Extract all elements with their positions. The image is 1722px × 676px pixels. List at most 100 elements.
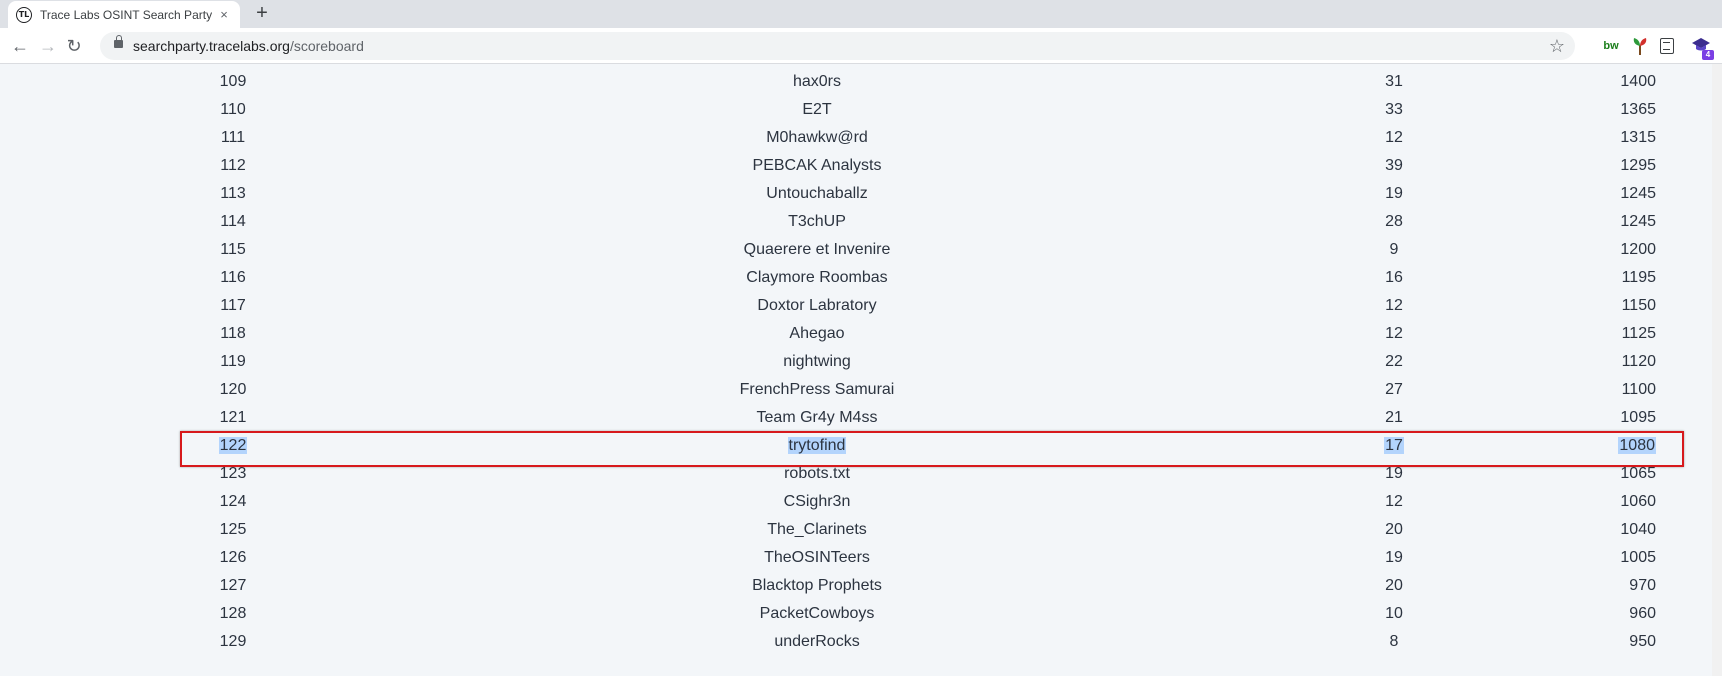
bw-extension-icon[interactable]: bw [1600, 36, 1622, 56]
table-row[interactable]: 113 Untouchaballz 19 1245 [174, 180, 1674, 208]
members-cell: 19 [1342, 460, 1446, 488]
extension-badge: 4 [1702, 50, 1714, 60]
rank-cell-text: 125 [219, 521, 247, 538]
table-row[interactable]: 129 underRocks 8 950 [174, 628, 1674, 656]
rank-cell-text: 127 [219, 577, 247, 594]
rank-cell: 120 [174, 376, 292, 404]
table-row[interactable]: 124 CSighr3n 12 1060 [174, 488, 1674, 516]
table-row[interactable]: 120 FrenchPress Samurai 27 1100 [174, 376, 1674, 404]
score-cell: 1100 [1446, 376, 1674, 404]
score-cell: 1295 [1446, 152, 1674, 180]
team-name-cell: underRocks [292, 628, 1342, 656]
score-cell-text: 1080 [1618, 437, 1656, 454]
team-name-cell-text: PEBCAK Analysts [752, 157, 882, 174]
team-name-cell-text: The_Clarinets [767, 521, 867, 538]
team-name-cell-text: TheOSINTeers [764, 549, 870, 566]
score-cell-text: 1120 [1621, 353, 1656, 370]
plant-extension-icon[interactable] [1630, 36, 1650, 56]
score-cell: 1060 [1446, 488, 1674, 516]
team-name-cell-text: Doxtor Labratory [757, 297, 877, 314]
table-row[interactable]: 116 Claymore Roombas 16 1195 [174, 264, 1674, 292]
lock-icon[interactable] [114, 35, 123, 48]
rank-cell: 110 [174, 96, 292, 124]
team-name-cell-text: M0hawkw@rd [766, 129, 868, 146]
members-cell: 39 [1342, 152, 1446, 180]
table-row[interactable]: 125 The_Clarinets 20 1040 [174, 516, 1674, 544]
table-row[interactable]: 111 M0hawkw@rd 12 1315 [174, 124, 1674, 152]
rank-cell-text: 112 [220, 157, 246, 174]
graduation-cap-extension-icon[interactable]: 4 [1690, 36, 1714, 60]
rank-cell: 115 [174, 236, 292, 264]
members-cell-text: 9 [1389, 241, 1399, 258]
score-cell: 960 [1446, 600, 1674, 628]
score-cell-text: 950 [1629, 633, 1656, 650]
members-cell: 19 [1342, 180, 1446, 208]
team-name-cell-text: nightwing [783, 353, 851, 370]
members-cell-text: 33 [1385, 101, 1403, 118]
members-cell: 9 [1342, 236, 1446, 264]
score-cell-text: 1315 [1620, 129, 1656, 146]
notes-extension-icon[interactable] [1660, 38, 1674, 54]
url-text[interactable]: searchparty.tracelabs.org/scoreboard [133, 32, 364, 60]
table-row[interactable]: 118 Ahegao 12 1125 [174, 320, 1674, 348]
members-cell: 27 [1342, 376, 1446, 404]
members-cell-text: 19 [1385, 465, 1403, 482]
address-bar[interactable]: searchparty.tracelabs.org/scoreboard ☆ [100, 32, 1575, 60]
members-cell: 21 [1342, 404, 1446, 432]
table-row[interactable]: 121 Team Gr4y M4ss 21 1095 [174, 404, 1674, 432]
members-cell-text: 22 [1385, 353, 1403, 370]
table-row[interactable]: 126 TheOSINTeers 19 1005 [174, 544, 1674, 572]
rank-cell: 113 [174, 180, 292, 208]
rank-cell: 123 [174, 460, 292, 488]
members-cell: 33 [1342, 96, 1446, 124]
score-cell-text: 1125 [1621, 325, 1656, 342]
table-row[interactable]: 123 robots.txt 19 1065 [174, 460, 1674, 488]
score-cell: 1150 [1446, 292, 1674, 320]
table-row[interactable]: 117 Doxtor Labratory 12 1150 [174, 292, 1674, 320]
score-cell: 1120 [1446, 348, 1674, 376]
score-cell-text: 1100 [1621, 381, 1656, 398]
table-row[interactable]: 128 PacketCowboys 10 960 [174, 600, 1674, 628]
rank-cell: 117 [174, 292, 292, 320]
page-scrollbar[interactable] [1712, 64, 1722, 676]
members-cell-text: 17 [1384, 437, 1404, 454]
tab-title: Trace Labs OSINT Search Party C [40, 7, 212, 22]
table-row[interactable]: 127 Blacktop Prophets 20 970 [174, 572, 1674, 600]
rank-cell: 111 [174, 124, 292, 152]
score-cell-text: 1245 [1620, 185, 1656, 202]
table-row[interactable]: 110 E2T 33 1365 [174, 96, 1674, 124]
score-cell-text: 1095 [1620, 409, 1656, 426]
members-cell: 10 [1342, 600, 1446, 628]
rank-cell-text: 123 [219, 465, 247, 482]
table-row[interactable]: 119 nightwing 22 1120 [174, 348, 1674, 376]
rank-cell: 124 [174, 488, 292, 516]
table-row[interactable]: 112 PEBCAK Analysts 39 1295 [174, 152, 1674, 180]
table-row[interactable]: 109 hax0rs 31 1400 [174, 68, 1674, 96]
browser-tab[interactable]: TL Trace Labs OSINT Search Party C × [8, 1, 240, 28]
members-cell-text: 20 [1385, 577, 1403, 594]
score-cell: 1245 [1446, 180, 1674, 208]
members-cell-text: 39 [1385, 157, 1403, 174]
team-name-cell: E2T [292, 96, 1342, 124]
rank-cell: 128 [174, 600, 292, 628]
table-row[interactable]: 114 T3chUP 28 1245 [174, 208, 1674, 236]
score-cell: 1080 [1446, 432, 1674, 460]
reload-button[interactable]: ↻ [62, 34, 86, 58]
rank-cell-text: 128 [219, 605, 247, 622]
team-name-cell: trytofind [292, 432, 1342, 460]
score-cell-text: 1005 [1620, 549, 1656, 566]
back-button[interactable]: ← [8, 34, 32, 58]
rank-cell-text: 109 [219, 73, 247, 90]
bookmark-star-icon[interactable]: ☆ [1549, 32, 1565, 60]
table-row[interactable]: 115 Quaerere et Invenire 9 1200 [174, 236, 1674, 264]
forward-button[interactable]: → [36, 34, 60, 58]
scoreboard-table: 109 hax0rs 31 1400 110 E2T 33 1365 111 M0hawkw@rd… [174, 68, 1674, 656]
url-host: searchparty.tracelabs.org [133, 38, 290, 54]
new-tab-button[interactable]: + [252, 3, 272, 24]
score-cell-text: 1150 [1621, 297, 1656, 314]
team-name-cell-text: PacketCowboys [759, 605, 875, 622]
team-name-cell: Blacktop Prophets [292, 572, 1342, 600]
close-tab-icon[interactable]: × [216, 7, 232, 23]
rank-cell-text: 122 [218, 437, 248, 454]
table-row-selected[interactable]: 122 trytofind 17 1080 [174, 432, 1674, 460]
